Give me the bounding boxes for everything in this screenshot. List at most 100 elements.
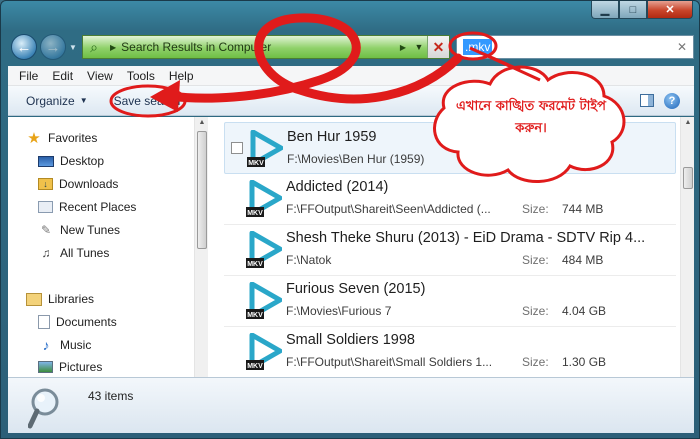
- recent-places-icon: [38, 201, 53, 213]
- result-size: 4.04 GB: [562, 304, 607, 318]
- size-label: Size:: [522, 202, 549, 216]
- minimize-button[interactable]: ▁: [591, 1, 619, 19]
- mkv-file-icon: MKV: [246, 231, 282, 268]
- music-icon: ♪: [42, 337, 50, 353]
- stop-search-button[interactable]: ✕: [427, 36, 449, 58]
- save-search-label: Save search: [113, 93, 181, 108]
- content-area: ★ Favorites Desktop ↓ Downloads Recent P…: [8, 117, 694, 377]
- sidebar-item-recent-places[interactable]: Recent Places: [38, 200, 136, 214]
- size-label: Size:: [522, 253, 549, 267]
- address-text: Search Results in Computer: [121, 40, 272, 54]
- caption-buttons: ▁ □ ✕: [591, 1, 693, 19]
- result-size: 744 MB: [562, 202, 604, 216]
- size-label: Size:: [522, 355, 549, 369]
- help-icon[interactable]: ?: [664, 92, 680, 109]
- scrollbar-thumb[interactable]: [197, 131, 207, 249]
- forward-arrow-icon: →: [45, 38, 61, 56]
- sidebar-item-new-tunes[interactable]: ✎ New Tunes: [38, 223, 120, 237]
- back-arrow-icon: ←: [16, 38, 32, 56]
- result-row[interactable]: MKV Addicted (2014) F:\FFOutput\Shareit\Se…: [224, 173, 676, 225]
- result-title: Furious Seven (2015): [286, 281, 426, 297]
- search-folder-icon: ⌕: [90, 38, 98, 55]
- result-path: F:\FFOutput\Shareit\Seen\Addicted (...: [286, 202, 491, 216]
- scrollbar-thumb[interactable]: [683, 167, 693, 189]
- pictures-icon: [38, 361, 53, 373]
- sidebar-item-pictures[interactable]: Pictures: [38, 360, 102, 374]
- sidebar-item-label: Downloads: [59, 177, 119, 191]
- result-size: MB: [581, 152, 599, 166]
- scroll-up-icon[interactable]: ▲: [681, 119, 695, 126]
- row-checkbox[interactable]: [231, 142, 243, 154]
- results-list: MKV Ben Hur 1959 F:\Movies\Ben Hur (1959) M…: [220, 117, 680, 377]
- favorites-label: Favorites: [48, 131, 98, 145]
- search-box[interactable]: .mkv ✕: [456, 35, 694, 59]
- magnifier-icon: [28, 388, 59, 429]
- clear-search-icon[interactable]: ✕: [671, 40, 693, 54]
- address-bar[interactable]: ⌕ ▶ Search Results in Computer ▶ ▼ ✕: [82, 35, 450, 59]
- sidebar-item-label: Recent Places: [59, 200, 137, 214]
- results-scrollbar[interactable]: ▲: [680, 117, 694, 377]
- libraries-icon: [26, 292, 42, 306]
- organize-button[interactable]: Organize ▼: [18, 94, 96, 108]
- sidebar-item-all-tunes[interactable]: ♫ All Tunes: [38, 246, 110, 260]
- menu-file[interactable]: File: [12, 69, 45, 83]
- forward-button[interactable]: →: [40, 34, 66, 60]
- all-tunes-icon: ♫: [41, 246, 51, 260]
- maximize-button[interactable]: □: [619, 1, 647, 19]
- navigation-row: ← → ▼ ⌕ ▶ Search Results in Computer ▶ ▼…: [9, 33, 694, 61]
- chevron-down-icon: ▼: [79, 96, 88, 105]
- result-row[interactable]: MKV Small Soldiers 1998 F:\FFOutput\Sharei…: [224, 326, 676, 377]
- breadcrumb-arrow-icon[interactable]: ▶: [110, 43, 116, 52]
- sidebar-item-desktop[interactable]: Desktop: [38, 154, 104, 168]
- callout-text: এখানে কাঙ্খিত ফরমেট টাইপ করুন।: [456, 99, 606, 136]
- svg-text:MKV: MKV: [248, 160, 264, 167]
- menu-edit[interactable]: Edit: [45, 69, 80, 83]
- result-title: Small Soldiers 1998: [286, 332, 415, 348]
- result-title: Ben Hur 1959: [287, 129, 377, 145]
- new-tunes-icon: ✎: [40, 223, 52, 237]
- address-dropdown-icon[interactable]: ▼: [411, 42, 427, 52]
- result-path: F:\Movies\Furious 7: [286, 304, 392, 318]
- menu-bar: File Edit View Tools Help: [8, 66, 694, 86]
- sidebar-item-label: Music: [60, 338, 92, 352]
- result-size: 1.30 GB: [562, 355, 607, 369]
- navigation-scrollbar[interactable]: ▲: [194, 117, 208, 377]
- menu-help[interactable]: Help: [162, 69, 201, 83]
- result-row[interactable]: MKV Furious Seven (2015) F:\Movies\Furious…: [224, 275, 676, 327]
- sidebar-item-label: All Tunes: [60, 246, 110, 260]
- sidebar-item-documents[interactable]: Documents: [38, 315, 117, 329]
- size-label: Size:: [522, 304, 549, 318]
- preview-pane-icon[interactable]: [640, 94, 654, 107]
- menu-tools[interactable]: Tools: [120, 69, 162, 83]
- result-path: F:\FFOutput\Shareit\Small Soldiers 1...: [286, 355, 493, 369]
- save-search-button[interactable]: Save search: [100, 94, 189, 108]
- svg-text:MKV: MKV: [247, 261, 263, 268]
- sidebar-item-downloads[interactable]: ↓ Downloads: [38, 177, 118, 191]
- result-row[interactable]: MKV Shesh Theke Shuru (2013) - EiD Drama …: [224, 224, 676, 276]
- favorites-header[interactable]: ★ Favorites: [26, 130, 98, 147]
- breadcrumb-arrow-icon[interactable]: ▶: [400, 43, 406, 52]
- scroll-up-icon[interactable]: ▲: [195, 119, 208, 126]
- mkv-file-icon: MKV: [247, 130, 283, 167]
- back-button[interactable]: ←: [11, 34, 37, 60]
- explorer-window: ▁ □ ✕ ← → ▼ ⌕ ▶ Search Results in Comput…: [0, 0, 700, 439]
- details-pane: 43 items: [8, 377, 694, 433]
- recent-pages-dropdown[interactable]: ▼: [69, 43, 77, 52]
- result-title: Shesh Theke Shuru (2013) - EiD Drama - S…: [286, 230, 646, 246]
- item-count: 43 items: [88, 389, 134, 403]
- libraries-label: Libraries: [48, 292, 95, 306]
- menu-view[interactable]: View: [80, 69, 120, 83]
- search-input[interactable]: .mkv: [463, 39, 493, 55]
- svg-text:MKV: MKV: [247, 312, 263, 319]
- result-path: F:\Movies\Ben Hur (1959): [287, 152, 425, 166]
- result-path: F:\Natok: [286, 253, 332, 267]
- close-button[interactable]: ✕: [647, 1, 693, 19]
- result-title: Addicted (2014): [286, 179, 389, 195]
- sidebar-item-label: Documents: [56, 315, 117, 329]
- documents-icon: [38, 315, 50, 329]
- mkv-file-icon: MKV: [246, 282, 282, 319]
- sidebar-item-music[interactable]: ♪ Music: [38, 337, 92, 353]
- mkv-file-icon: MKV: [246, 333, 282, 370]
- navigation-pane: ★ Favorites Desktop ↓ Downloads Recent P…: [8, 117, 208, 377]
- libraries-header[interactable]: Libraries: [26, 292, 94, 306]
